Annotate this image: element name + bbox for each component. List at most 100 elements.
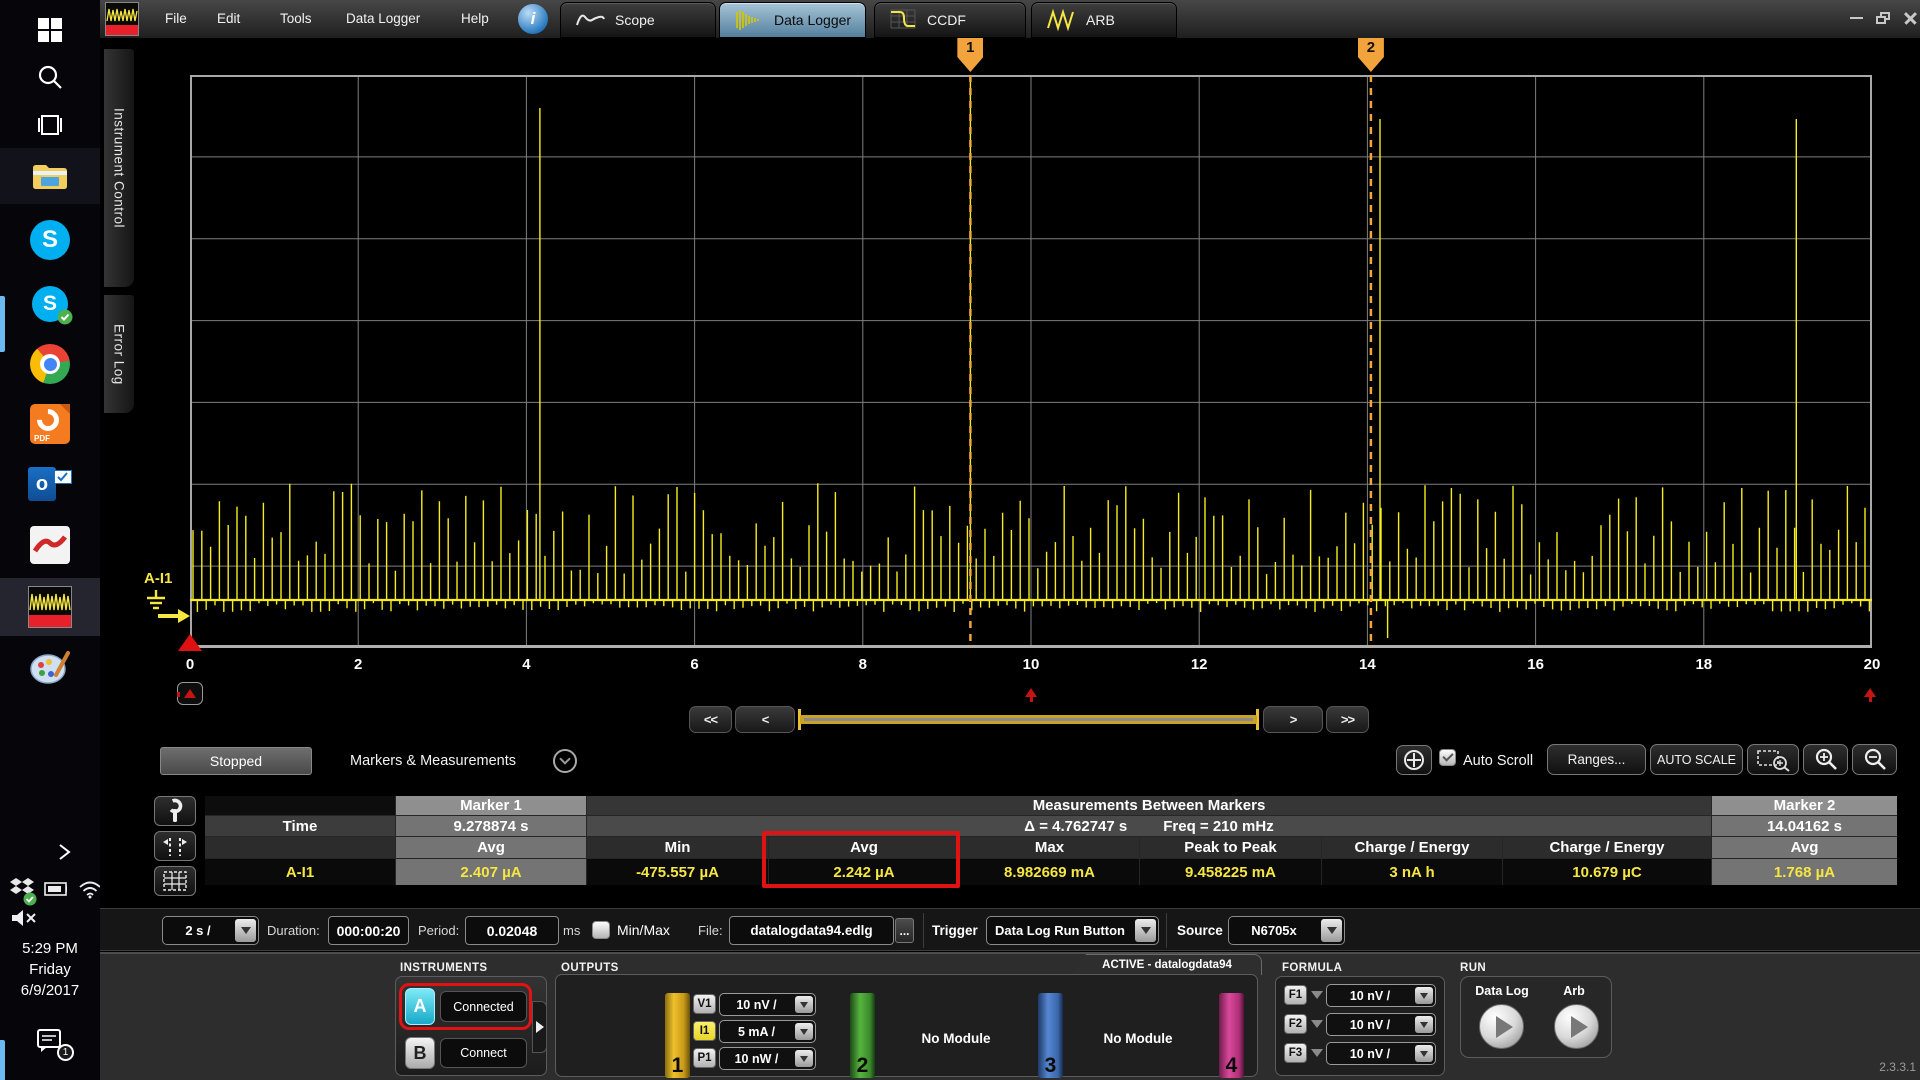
data-logger-icon bbox=[736, 10, 759, 30]
menu-help[interactable]: Help bbox=[461, 0, 489, 38]
source-dropdown[interactable]: N6705x bbox=[1228, 916, 1345, 945]
paint-button[interactable] bbox=[0, 642, 100, 696]
menu-data-logger[interactable]: Data Logger bbox=[346, 0, 420, 38]
instrument-b-button[interactable]: B bbox=[405, 1037, 435, 1069]
scroll-far-left-button[interactable]: << bbox=[689, 706, 732, 733]
active-file-tab[interactable]: ACTIVE - datalogdata94 bbox=[1072, 954, 1262, 975]
marker-adjust-button[interactable] bbox=[154, 831, 196, 861]
zoom-in-button[interactable] bbox=[1803, 744, 1848, 775]
tab-arb[interactable]: ARB bbox=[1031, 2, 1177, 38]
timebase-dropdown[interactable]: 2 s / bbox=[162, 916, 259, 945]
info-icon: i bbox=[530, 9, 536, 28]
f3-collapse-arrow[interactable] bbox=[1311, 1049, 1323, 1057]
f1-scale-dropdown[interactable]: 10 nV / bbox=[1326, 984, 1436, 1007]
trigger-dropdown[interactable]: Data Log Run Button bbox=[986, 916, 1159, 945]
auto-scroll-checkbox[interactable] bbox=[1439, 749, 1456, 766]
waveform-plot[interactable] bbox=[190, 75, 1872, 648]
taskbar-search-button[interactable] bbox=[0, 56, 100, 100]
datalog-run-button[interactable] bbox=[1479, 1004, 1524, 1049]
i1-scale-dropdown[interactable]: 5 mA / bbox=[719, 1020, 816, 1043]
menu-edit[interactable]: Edit bbox=[217, 0, 240, 38]
skype-business-button[interactable]: S bbox=[0, 276, 100, 332]
scroll-far-right-button[interactable]: >> bbox=[1326, 706, 1369, 733]
start-button[interactable] bbox=[0, 8, 100, 52]
zoom-region-button[interactable] bbox=[1747, 744, 1799, 775]
instrument-a-button[interactable]: A bbox=[405, 988, 435, 1025]
channel-3-status: No Module bbox=[1103, 1031, 1173, 1046]
between-markers-title: Measurements Between Markers bbox=[587, 796, 1711, 815]
file-explorer-button[interactable] bbox=[0, 148, 100, 352]
action-center-button[interactable]: 1 bbox=[36, 1028, 74, 1061]
minimize-button[interactable] bbox=[1845, 8, 1867, 28]
battery-icon[interactable] bbox=[44, 882, 67, 896]
clock-date: 6/9/2017 bbox=[20, 982, 80, 999]
dropbox-tray-icon[interactable] bbox=[10, 876, 37, 905]
search-icon bbox=[38, 65, 62, 89]
f2-scale-dropdown[interactable]: 10 nV / bbox=[1326, 1013, 1436, 1036]
col-header-max: Max bbox=[960, 837, 1139, 858]
skype-icon: S bbox=[30, 220, 70, 260]
x-axis-tick-label: 2 bbox=[354, 656, 363, 673]
chrome-button[interactable] bbox=[0, 338, 100, 390]
tab-data-logger[interactable]: Data Logger bbox=[719, 2, 866, 38]
file-browse-button[interactable]: ... bbox=[895, 918, 914, 943]
dropdown-arrow-icon bbox=[1415, 1045, 1433, 1062]
period-field[interactable]: 0.02048 bbox=[465, 916, 559, 945]
menu-file[interactable]: File bbox=[165, 0, 187, 38]
i1-chip[interactable]: I1 bbox=[693, 1021, 716, 1041]
14585a-app-button[interactable] bbox=[0, 578, 100, 636]
v1-chip[interactable]: V1 bbox=[693, 994, 716, 1014]
table-view-button[interactable] bbox=[154, 866, 196, 896]
f1-chip[interactable]: F1 bbox=[1284, 985, 1307, 1005]
datalogger-app-icon bbox=[28, 586, 72, 628]
menu-tools[interactable]: Tools bbox=[280, 0, 312, 38]
panel-dropdown-button[interactable] bbox=[553, 749, 577, 773]
f3-chip[interactable]: F3 bbox=[1284, 1043, 1307, 1063]
minmax-checkbox[interactable] bbox=[592, 921, 610, 939]
f2-chip[interactable]: F2 bbox=[1284, 1014, 1307, 1034]
instrument-a-status-button[interactable]: Connected bbox=[440, 991, 527, 1022]
v1-scale-dropdown[interactable]: 10 nV / bbox=[719, 993, 816, 1016]
arb-run-button[interactable] bbox=[1554, 1004, 1599, 1049]
f1-collapse-arrow[interactable] bbox=[1311, 991, 1323, 999]
marker-flag-2[interactable]: 2 bbox=[1357, 38, 1384, 72]
taskbar-clock[interactable]: 5:29 PM Friday 6/9/2017 bbox=[0, 938, 100, 1001]
measurement-setup-button[interactable] bbox=[154, 796, 196, 826]
close-button[interactable] bbox=[1899, 8, 1920, 28]
tab-ccdf[interactable]: CCDF bbox=[874, 2, 1026, 38]
scroll-left-button[interactable]: < bbox=[735, 706, 795, 733]
task-view-button[interactable] bbox=[0, 104, 100, 146]
scrollbar-thumb[interactable] bbox=[800, 715, 1257, 724]
ranges-button[interactable]: Ranges... bbox=[1547, 744, 1646, 775]
outlook-button[interactable]: o bbox=[0, 458, 100, 510]
p1-scale-dropdown[interactable]: 10 nW / bbox=[719, 1047, 816, 1070]
f2-collapse-arrow[interactable] bbox=[1311, 1020, 1323, 1028]
trigger-position-button[interactable] bbox=[177, 682, 203, 705]
tab-scope[interactable]: Scope bbox=[560, 2, 716, 38]
duration-field[interactable]: 000:00:20 bbox=[328, 916, 409, 945]
info-button[interactable]: i bbox=[518, 4, 548, 34]
skype-button[interactable]: S bbox=[0, 212, 100, 268]
p1-chip[interactable]: P1 bbox=[693, 1048, 716, 1068]
marker-flag-1[interactable]: 1 bbox=[957, 38, 984, 72]
scroll-right-button[interactable]: > bbox=[1263, 706, 1323, 733]
windows-taskbar: S S PDF o 5:29 PM Friday 6/9/2017 1 bbox=[0, 0, 100, 1080]
zoom-out-button[interactable] bbox=[1852, 744, 1897, 775]
chart-scrollbar[interactable] bbox=[798, 706, 1260, 733]
instrument-b-connect-button[interactable]: Connect bbox=[440, 1038, 527, 1068]
auto-scale-button[interactable]: AUTO SCALE bbox=[1650, 744, 1743, 775]
foxit-pdf-button[interactable]: PDF bbox=[0, 398, 100, 450]
volume-muted-icon[interactable] bbox=[10, 908, 40, 933]
instruments-expander[interactable] bbox=[532, 1001, 547, 1053]
restore-button[interactable] bbox=[1872, 8, 1894, 28]
time-origin-marker[interactable] bbox=[178, 634, 202, 651]
f3-scale-dropdown[interactable]: 10 nV / bbox=[1326, 1042, 1436, 1065]
channel-2-status: No Module bbox=[921, 1031, 991, 1046]
tray-expand-button[interactable] bbox=[0, 838, 100, 866]
file-field[interactable]: datalogdata94.edlg bbox=[729, 916, 894, 945]
wifi-icon[interactable] bbox=[77, 879, 100, 899]
tab-error-log[interactable]: Error Log bbox=[104, 294, 135, 414]
crosshair-zoom-button[interactable] bbox=[1396, 745, 1432, 775]
tab-instrument-control[interactable]: Instrument Control bbox=[104, 48, 135, 288]
keysight-io-button[interactable] bbox=[0, 518, 100, 1080]
